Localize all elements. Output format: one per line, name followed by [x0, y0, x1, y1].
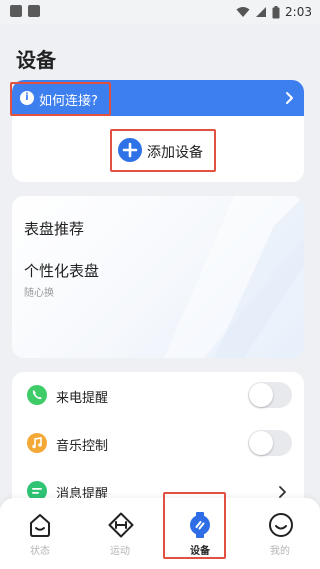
info-icon: i [20, 91, 34, 105]
tab-label: 状态 [30, 546, 50, 557]
chevron-right-icon [286, 92, 293, 104]
tab-label: 运动 [110, 546, 130, 557]
sport-icon [108, 512, 134, 538]
tab-status[interactable]: 状态 [8, 512, 72, 558]
bottom-tab-bar: 状态 运动 设备 我的 [0, 498, 320, 569]
settings-item-label: 音乐控制 [56, 439, 109, 454]
call-reminder-toggle[interactable] [248, 382, 292, 408]
connect-help-bar[interactable]: i 如何连接? [12, 80, 304, 116]
music-control-toggle[interactable] [248, 430, 292, 456]
chevron-right-icon[interactable] [276, 485, 288, 499]
add-device-label[interactable]: 添加设备 [147, 142, 203, 162]
music-icon [27, 433, 47, 453]
status-icon [30, 514, 50, 537]
connect-card: i 如何连接? [12, 80, 304, 182]
status-time: 2:03 [285, 5, 312, 19]
tab-profile[interactable]: 我的 [248, 512, 312, 558]
watch-face-subtitle: 个性化表盘 [24, 262, 100, 280]
battery-icon [272, 5, 280, 18]
page-title: 设备 [16, 48, 56, 72]
device-icon [190, 512, 210, 538]
phone-icon [27, 385, 47, 405]
connect-help-label: 如何连接? [39, 94, 98, 109]
wifi-icon [236, 7, 250, 17]
tab-device[interactable]: 设备 [168, 512, 232, 558]
watch-face-title: 表盘推荐 [24, 220, 85, 238]
tab-label: 我的 [270, 546, 290, 557]
tab-label: 设备 [190, 546, 210, 557]
profile-icon [269, 513, 293, 537]
settings-item-label: 来电提醒 [56, 391, 109, 406]
tab-sport[interactable]: 运动 [88, 512, 152, 558]
add-device-button[interactable] [118, 138, 142, 162]
card-decoration [164, 196, 304, 358]
notification-icon [10, 5, 22, 17]
status-bar: 2:03 [0, 0, 320, 24]
signal-icon [256, 7, 267, 17]
watch-face-note: 随心换 [24, 288, 54, 299]
plus-icon [122, 142, 138, 158]
notification-icon [28, 5, 40, 17]
